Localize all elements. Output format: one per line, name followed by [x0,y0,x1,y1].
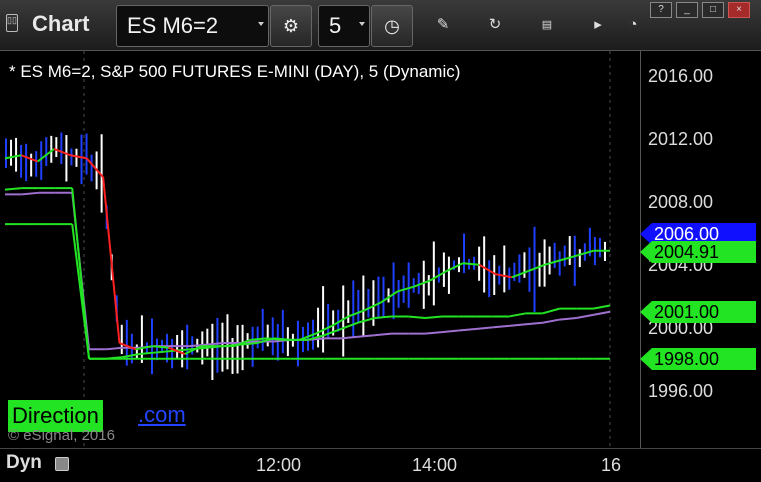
slow-ma-purple [105,346,123,351]
esignal-copyright: © eSignal, 2016 [8,427,115,444]
slow-ma-green [357,317,375,324]
fast-ma [102,177,121,344]
maximize-button[interactable]: □ [702,2,724,18]
slow-ma-green [542,307,560,315]
clock-small-icon[interactable]: ◔ [622,14,644,36]
time-label: 14:00 [412,455,458,475]
symbol-value: ES M6=2 [127,13,219,38]
symbol-dropdown-icon[interactable] [258,22,264,26]
chart-plot-area[interactable] [0,51,640,448]
fast-ma [544,259,562,266]
slow-ma-purple [357,334,375,338]
interval-value: 5 [329,13,342,38]
time-axis[interactable] [0,448,761,482]
fast-ma [348,309,366,318]
slow-ma-green [508,312,527,318]
slow-ma-purple [458,327,476,332]
slow-ma-green [593,304,611,310]
slow-ma-green [425,315,443,320]
fast-ma [397,285,415,293]
slow-ma-green [408,315,426,320]
chart-grid [83,51,611,448]
time-label: 16 [601,455,622,475]
fast-ma [331,315,349,327]
price-label: 2008.00 [648,192,714,212]
time-template-button[interactable]: ◷ [371,5,413,47]
time-label: 12:00 [256,455,302,475]
fast-ma [413,279,431,288]
dynamic-mode-label[interactable]: Dyn [6,452,42,474]
app-icon: ▯▯ [6,14,18,32]
slow-ma-purple [542,318,560,324]
slow-ma-purple [21,191,39,196]
slow-ma-purple [525,321,543,326]
symbol-input[interactable]: ES M6=2 [116,5,269,47]
slow-ma-purple [441,329,459,334]
price-label: 2016.00 [648,66,714,86]
get-data-icon[interactable]: ▤ [536,14,558,36]
lock-icon[interactable] [55,457,69,471]
settings-gear-icon: ⚙ [282,16,300,36]
slow-ma-purple [593,310,611,316]
fast-ma-tag: 2004.91 [640,241,756,263]
chart-caption: * ES M6=2, S&P 500 FUTURES E-MINI (DAY),… [9,62,461,81]
price-chart [4,51,611,448]
close-button[interactable]: × [728,2,750,18]
watermark-com: .com [138,402,186,427]
refresh-cycle-icon[interactable]: ↻ [484,14,506,36]
slow-ma-purple [576,313,594,319]
slow-ma-green [4,187,22,191]
price-label: 2012.00 [648,129,714,149]
slow-ma-green [71,188,91,359]
price-label: 1996.00 [648,381,714,401]
fast-ma [478,263,497,276]
slow-ma-purple [374,332,392,337]
slow-ma-purple [425,331,443,335]
chart-settings-button[interactable]: ⚙ [270,5,312,47]
play-icon[interactable]: ▸ [587,14,609,36]
slow-ma-tag: 2001.00 [640,301,756,323]
fast-ma [4,154,22,160]
slow-ma-purple [475,326,493,330]
slow-ma-purple [206,342,224,346]
slow-ma-purple [559,317,577,321]
interval-input[interactable]: 5 [318,5,370,47]
slow-ma-purple [492,324,510,329]
help-button[interactable]: ? [650,2,672,18]
support-level-tag: 1998.00 [640,348,756,370]
pencil-icon[interactable]: ✎ [432,14,454,36]
slow-ma-green [374,315,392,320]
slow-ma-green [156,349,174,354]
window-title: Chart [32,11,90,36]
fast-ma [462,262,480,266]
interval-dropdown-icon[interactable] [359,22,365,26]
fast-ma [527,263,545,272]
minimize-button[interactable]: _ [676,2,698,18]
slow-ma-purple [509,323,527,327]
clock-icon: ◷ [384,16,400,36]
